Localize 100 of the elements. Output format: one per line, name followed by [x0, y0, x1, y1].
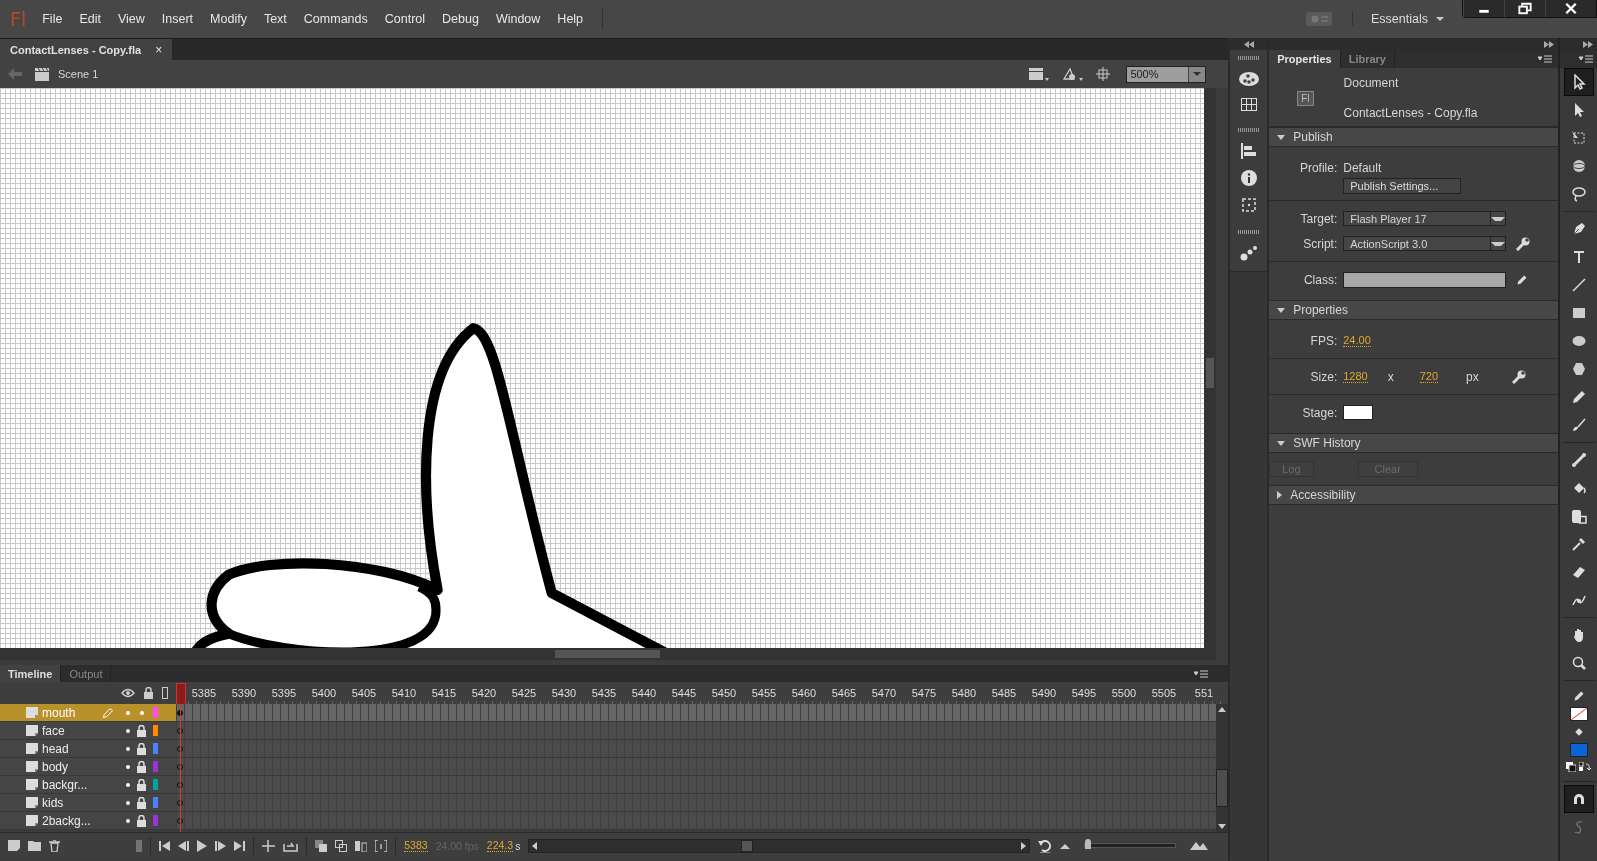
default-colors-icon[interactable] [1566, 762, 1577, 772]
layer-name[interactable]: 2backg... [42, 813, 102, 828]
menu-item[interactable]: Text [263, 12, 287, 26]
lock-icon[interactable] [136, 760, 147, 773]
lock-icon[interactable] [136, 724, 147, 737]
play-icon[interactable] [197, 839, 208, 852]
edit-frames-icon[interactable] [355, 839, 368, 852]
layer-color-swatch[interactable] [153, 743, 158, 754]
edit-symbols-icon[interactable] [1062, 67, 1085, 81]
lock-icon[interactable] [136, 796, 147, 809]
loop-icon[interactable] [262, 839, 276, 852]
layer-color-swatch[interactable] [153, 779, 158, 790]
swap-colors-icon[interactable] [1579, 762, 1592, 772]
section-header[interactable]: Properties [1269, 300, 1559, 320]
visibility-dot[interactable] [126, 710, 130, 715]
menu-item[interactable]: Help [557, 12, 584, 26]
panel-menu-icon[interactable] [1538, 55, 1553, 63]
target-dropdown[interactable]: Flash Player 17 [1343, 211, 1507, 226]
section-header[interactable]: Accessibility [1269, 485, 1559, 505]
onion-skin-icon[interactable] [315, 839, 328, 852]
layer-name[interactable]: backgr... [42, 777, 102, 792]
layer-name[interactable]: kids [42, 795, 102, 810]
align-icon[interactable] [1240, 143, 1257, 159]
layer-color-swatch[interactable] [153, 797, 158, 808]
panel-menu-icon[interactable] [1194, 669, 1209, 678]
go-to-last-icon[interactable] [234, 840, 246, 851]
stroke-color-swatch[interactable] [1569, 707, 1588, 721]
swatches-grid-icon[interactable] [1240, 98, 1257, 111]
visibility-dot[interactable] [126, 800, 130, 805]
fill-color-swatch[interactable] [1569, 743, 1588, 757]
menu-item[interactable]: Debug [442, 12, 479, 26]
slider-thumb[interactable] [1085, 839, 1092, 849]
wrench-icon[interactable] [1512, 369, 1527, 384]
motion-dots-icon[interactable] [1239, 245, 1258, 261]
layer-name[interactable]: body [42, 759, 102, 774]
edit-scene-icon[interactable] [1028, 67, 1051, 81]
layer-color-swatch[interactable] [153, 707, 158, 718]
crosshair-icon[interactable] [1096, 67, 1111, 81]
layer-color-swatch[interactable] [153, 761, 158, 772]
workspace-dropdown[interactable]: Essentials [1352, 12, 1444, 26]
fps-value[interactable]: 24.00 [1343, 334, 1371, 347]
layer-color-swatch[interactable] [153, 815, 158, 826]
menu-item[interactable]: Control [384, 12, 426, 26]
class-field[interactable] [1343, 271, 1507, 288]
menu-item[interactable]: File [42, 12, 63, 26]
layer-row[interactable]: backgr... [0, 776, 176, 793]
eye-icon[interactable] [121, 688, 135, 698]
layer-name[interactable]: head [42, 741, 102, 756]
menu-item[interactable]: Edit [79, 12, 101, 26]
transform-icon[interactable] [1240, 197, 1257, 213]
onion-markers-icon[interactable] [375, 839, 388, 852]
info-icon[interactable] [1240, 170, 1257, 186]
layer-row[interactable]: kids [0, 794, 176, 811]
section-header[interactable]: Publish [1269, 127, 1559, 147]
menu-item[interactable]: Commands [303, 12, 368, 26]
new-layer-icon[interactable] [8, 840, 20, 851]
undo-arrow-icon[interactable] [1038, 838, 1053, 853]
panel-tab[interactable]: Library [1340, 50, 1395, 68]
lock-icon[interactable] [143, 687, 154, 699]
horizontal-scrollbar[interactable] [0, 648, 1217, 660]
layer-row[interactable]: body [0, 758, 176, 775]
lock-icon[interactable] [136, 814, 147, 827]
tool-button[interactable] [1563, 68, 1594, 96]
layer-row[interactable]: face [0, 722, 176, 739]
large-mountain-icon[interactable] [1190, 841, 1209, 850]
trash-icon[interactable] [49, 839, 60, 852]
folder-icon[interactable] [28, 840, 41, 851]
visibility-dot[interactable] [126, 818, 130, 823]
pencil-icon[interactable] [1572, 690, 1585, 702]
publish-settings-button[interactable]: Publish Settings... [1343, 178, 1462, 194]
step-forward-icon[interactable] [215, 840, 227, 851]
elapsed-time[interactable]: 224.3 [486, 839, 514, 852]
vertical-scrollbar[interactable] [1204, 88, 1217, 648]
step-back-icon[interactable] [178, 840, 190, 851]
tool-button[interactable] [1563, 785, 1594, 813]
panel-tab[interactable]: Timeline [0, 665, 62, 682]
height-value[interactable]: 720 [1419, 370, 1439, 383]
script-dropdown[interactable]: ActionScript 3.0 [1343, 236, 1507, 251]
panel-menu-icon[interactable] [1579, 55, 1593, 63]
scene-label[interactable]: Scene 1 [58, 68, 99, 80]
onion-outline-icon[interactable] [335, 839, 348, 852]
small-mountain-icon[interactable] [1060, 842, 1071, 849]
grip-icon[interactable] [136, 839, 143, 852]
go-to-first-icon[interactable] [159, 840, 171, 851]
visibility-dot[interactable] [126, 782, 130, 787]
layer-color-swatch[interactable] [153, 725, 158, 736]
palette-icon[interactable] [1238, 71, 1259, 87]
horizontal-scrollbar[interactable] [528, 838, 1031, 853]
width-value[interactable]: 1280 [1343, 370, 1368, 383]
lock-icon[interactable] [136, 778, 147, 791]
zoom-dropdown[interactable]: 500% [1126, 65, 1207, 83]
menu-item[interactable]: View [117, 12, 145, 26]
tab-close-button[interactable]: × [155, 42, 163, 57]
document-tab[interactable]: ContactLenses - Copy.fla × [0, 39, 173, 60]
panel-tab[interactable]: Properties [1269, 50, 1341, 68]
pencil-icon[interactable] [1516, 273, 1529, 286]
lock-icon[interactable] [136, 742, 147, 755]
collapse-icon[interactable] [1243, 40, 1254, 48]
layer-name[interactable]: face [42, 723, 102, 738]
current-frame[interactable]: 5383 [404, 839, 428, 852]
